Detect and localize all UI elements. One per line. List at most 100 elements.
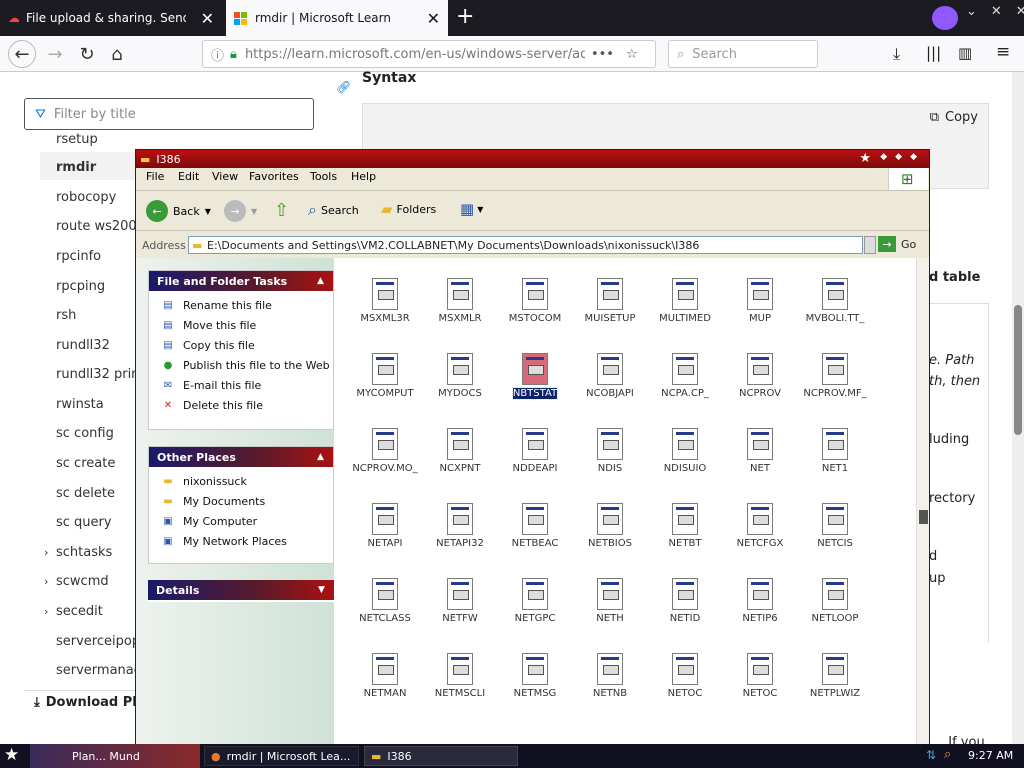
- file-item[interactable]: NETCLASS: [348, 572, 422, 644]
- nav-item[interactable]: schtasks: [56, 545, 112, 560]
- address-input[interactable]: ▬ E:\Documents and Settings\VM2.COLLABNE…: [188, 236, 863, 254]
- download-icon[interactable]: ⤓: [893, 44, 900, 64]
- file-item[interactable]: NETID: [648, 572, 722, 644]
- tab-rmdir[interactable]: rmdir | Microsoft Learn ✕: [226, 0, 448, 36]
- file-item[interactable]: NETOC: [648, 647, 722, 719]
- file-item[interactable]: NETBT: [648, 497, 722, 569]
- nav-item[interactable]: rwinsta: [56, 397, 104, 412]
- back-button[interactable]: ← Back ▼: [146, 200, 211, 222]
- chevron-right-icon[interactable]: ›: [44, 605, 48, 618]
- file-item[interactable]: NBTSTAT: [498, 347, 572, 419]
- menu-help[interactable]: Help: [351, 170, 376, 183]
- explorer-title-bar[interactable]: ▬ I386 ★ ◆◆◆: [136, 150, 929, 168]
- taskbar-item-rmdir[interactable]: ● rmdir | Microsoft Lea...: [204, 746, 359, 766]
- panel-header[interactable]: Details ▼: [148, 580, 334, 600]
- file-item[interactable]: MSTOCOM: [498, 272, 572, 344]
- page-scrollbar-thumb[interactable]: [1014, 305, 1022, 435]
- search-bar[interactable]: ⌕ Search: [668, 40, 818, 68]
- chevron-right-icon[interactable]: ›: [44, 575, 48, 588]
- file-item[interactable]: NETGPC: [498, 572, 572, 644]
- file-item[interactable]: MYCOMPUT: [348, 347, 422, 419]
- forward-button[interactable]: → ▼: [224, 200, 257, 222]
- file-item[interactable]: NCPROV.MO_: [348, 422, 422, 494]
- file-item[interactable]: NETMSG: [498, 647, 572, 719]
- panel-header[interactable]: Other Places ▲: [149, 447, 333, 467]
- url-bar[interactable]: ⓘ 🔒︎ https://learn.microsoft.com/en-us/w…: [202, 40, 656, 68]
- file-item[interactable]: MUP: [723, 272, 797, 344]
- nav-item[interactable]: secedit: [56, 604, 103, 619]
- nav-item[interactable]: sc create: [56, 456, 115, 471]
- publish-web-link[interactable]: ● Publish this file to the Web: [149, 355, 333, 375]
- download-pdf-link[interactable]: ⤓ Download Pl: [34, 695, 137, 710]
- file-item[interactable]: NCPROV.MF_: [798, 347, 872, 419]
- search-button[interactable]: ⌕ Search: [308, 200, 359, 220]
- menu-tools[interactable]: Tools: [310, 170, 337, 183]
- file-item[interactable]: NETBIOS: [573, 497, 647, 569]
- home-button[interactable]: ⌂: [104, 42, 130, 66]
- nav-item[interactable]: sc config: [56, 426, 114, 441]
- file-item[interactable]: NETOC: [723, 647, 797, 719]
- file-item[interactable]: NETNB: [573, 647, 647, 719]
- place-nixonissuck[interactable]: ▬ nixonissuck: [149, 471, 333, 491]
- menu-icon[interactable]: ≡: [996, 42, 1010, 62]
- file-item[interactable]: NDISUIO: [648, 422, 722, 494]
- place-my-documents[interactable]: ▬ My Documents: [149, 491, 333, 511]
- menu-view[interactable]: View: [212, 170, 238, 183]
- nav-item[interactable]: rundll32: [56, 338, 110, 353]
- library-icon[interactable]: |||: [926, 44, 941, 62]
- nav-item[interactable]: sc query: [56, 515, 112, 530]
- file-item[interactable]: NETCIS: [798, 497, 872, 569]
- address-dropdown[interactable]: [864, 236, 876, 254]
- scrollbar-thumb[interactable]: [919, 510, 928, 524]
- views-button[interactable]: ▦ ▼: [460, 200, 483, 218]
- collapse-icon[interactable]: ▲: [314, 450, 327, 463]
- bookmark-star-icon[interactable]: ☆: [626, 47, 638, 62]
- file-item[interactable]: NCOBJAPI: [573, 347, 647, 419]
- menu-favorites[interactable]: Favorites: [249, 170, 299, 183]
- tab-file-upload[interactable]: ☁ File upload & sharing. Send large p ✕: [0, 0, 222, 36]
- sidebar-icon[interactable]: ▥: [958, 44, 972, 62]
- forward-button[interactable]: →: [42, 42, 68, 66]
- email-file-link[interactable]: ✉ E-mail this file: [149, 375, 333, 395]
- dropdown-icon[interactable]: ▼: [205, 207, 211, 216]
- more-actions-icon[interactable]: •••: [591, 47, 614, 62]
- file-item[interactable]: NET1: [798, 422, 872, 494]
- taskbar-item[interactable]: Plan... Mund: [36, 746, 196, 766]
- network-tray-icon[interactable]: ⇅: [926, 748, 936, 762]
- menu-file[interactable]: File: [146, 170, 164, 183]
- file-item[interactable]: MUISETUP: [573, 272, 647, 344]
- folders-button[interactable]: ▰ Folders: [381, 200, 436, 218]
- file-item[interactable]: MULTIMED: [648, 272, 722, 344]
- window-controls-icon[interactable]: ⌄✕✕: [966, 4, 1024, 19]
- reload-button[interactable]: ↻: [74, 42, 100, 66]
- place-my-network[interactable]: ▣ My Network Places: [149, 531, 333, 551]
- file-item[interactable]: MSXMLR: [423, 272, 497, 344]
- copy-file-link[interactable]: ▤ Copy this file: [149, 335, 333, 355]
- copy-button[interactable]: ⧉ Copy: [930, 110, 978, 125]
- nav-item[interactable]: servermanag: [56, 663, 142, 678]
- file-item[interactable]: NETLOOP: [798, 572, 872, 644]
- file-item[interactable]: NETIP6: [723, 572, 797, 644]
- nav-item[interactable]: rsh: [56, 308, 76, 323]
- file-item[interactable]: NDDEAPI: [498, 422, 572, 494]
- link-icon[interactable]: 🔗︎: [336, 80, 351, 94]
- new-tab-button[interactable]: +: [456, 4, 474, 29]
- file-item[interactable]: NET: [723, 422, 797, 494]
- rename-file-link[interactable]: ▤ Rename this file: [149, 295, 333, 315]
- close-icon[interactable]: ✕: [421, 9, 440, 28]
- go-button[interactable]: → Go: [878, 236, 916, 252]
- back-button[interactable]: ←: [8, 40, 36, 68]
- file-item[interactable]: NETPLWIZ: [798, 647, 872, 719]
- file-item[interactable]: NDIS: [573, 422, 647, 494]
- close-icon[interactable]: ✕: [195, 9, 214, 28]
- nav-item[interactable]: scwcmd: [56, 574, 109, 589]
- start-star-icon[interactable]: ★: [4, 745, 19, 765]
- taskbar-item-i386[interactable]: ▬ I386: [364, 746, 518, 766]
- place-my-computer[interactable]: ▣ My Computer: [149, 511, 333, 531]
- file-item[interactable]: NCPA.CP_: [648, 347, 722, 419]
- menu-edit[interactable]: Edit: [178, 170, 199, 183]
- file-item[interactable]: MYDOCS: [423, 347, 497, 419]
- file-item[interactable]: NETMAN: [348, 647, 422, 719]
- collapse-icon[interactable]: ▲: [314, 274, 327, 287]
- file-item[interactable]: NETFW: [423, 572, 497, 644]
